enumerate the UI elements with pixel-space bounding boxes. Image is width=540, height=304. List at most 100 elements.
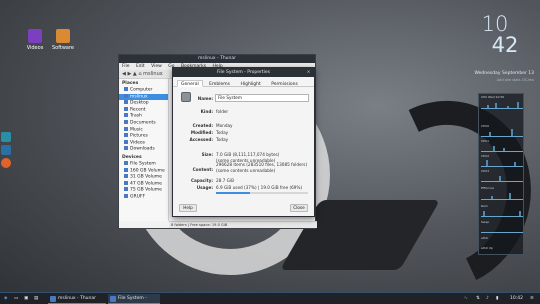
- sidebar-item-label: mslinux: [130, 94, 148, 100]
- menu-edit[interactable]: Edit: [136, 64, 145, 69]
- sidebar-item-videos[interactable]: Videos: [119, 139, 168, 147]
- properties-dialog: File System - Properties × General Emble…: [172, 67, 315, 217]
- properties-icon: [110, 296, 116, 302]
- usage-bar-fill: [216, 192, 251, 194]
- drive-icon: [124, 174, 128, 179]
- desktop-clock: 10 42: [460, 14, 530, 56]
- network-icon[interactable]: ⇅: [476, 295, 480, 303]
- accessed-value: Today: [216, 137, 229, 142]
- monitor-graph: [481, 100, 523, 109]
- date-weekday: Wednesday: [474, 71, 501, 76]
- trash-icon: [124, 113, 128, 118]
- size-value: 7.0 GiB (8,111,117,074 bytes): [216, 152, 280, 157]
- sidebar-item-volume[interactable]: 160 GB Volume: [119, 167, 168, 175]
- thunar-title: mslinux - Thunar: [198, 56, 236, 61]
- content-value: 296628 items (283510 files, 13085 folder…: [216, 162, 308, 167]
- menu-file[interactable]: File: [122, 64, 130, 69]
- battery-icon[interactable]: ▮: [496, 295, 498, 303]
- sidebar-item-recent[interactable]: Recent: [119, 106, 168, 114]
- content-note: (some contents unreadable): [216, 168, 276, 173]
- sidebar-item-label: GRUFF: [130, 194, 146, 200]
- sidebar-item-trash[interactable]: Trash: [119, 113, 168, 120]
- drive-icon: [124, 193, 128, 198]
- drive-icon: [124, 167, 128, 172]
- forward-arrow-icon[interactable]: ▶: [127, 71, 131, 77]
- close-icon[interactable]: ×: [306, 70, 311, 75]
- timezone-line: Add site stats LTC/ms: [496, 78, 534, 82]
- capacity-value: 28.7 GiB: [216, 178, 234, 183]
- size-label: Size:: [201, 152, 213, 157]
- tab-emblems[interactable]: Emblems: [205, 80, 234, 87]
- firefox-icon[interactable]: [1, 158, 11, 168]
- name-label: Name:: [197, 96, 213, 101]
- drive-icon: [124, 180, 128, 185]
- files-icon[interactable]: ▤: [34, 295, 38, 303]
- terminal-icon[interactable]: ▣: [24, 295, 28, 303]
- desktop: Videos Software 10 42 Wednesday Septembe…: [0, 0, 540, 304]
- app-icon-1[interactable]: [1, 132, 11, 142]
- sidebar-item-volume[interactable]: 47 GB Volume: [119, 180, 168, 188]
- sidebar-item-pictures[interactable]: Pictures: [119, 133, 168, 140]
- tab-permissions[interactable]: Permissions: [267, 80, 302, 87]
- tab-highlight[interactable]: Highlight: [236, 80, 264, 87]
- location-button[interactable]: mslinux: [143, 71, 163, 77]
- tray-menu-icon[interactable]: ≡: [530, 295, 534, 303]
- monitor-graph: [481, 158, 523, 167]
- downloads-folder-icon: [124, 146, 128, 151]
- activity-icon[interactable]: ∿: [464, 295, 468, 303]
- desktop-date: Wednesday September 13: [462, 71, 534, 76]
- app-menu-icon[interactable]: ◆: [4, 295, 7, 303]
- task-properties[interactable]: File System - Prope...: [108, 294, 160, 304]
- sidebar-item-label: 75 GB Volume: [130, 187, 162, 193]
- taskbar-clock[interactable]: 10:42: [510, 295, 523, 303]
- sidebar-header-devices: Devices: [122, 154, 142, 160]
- sidebar-item-volume[interactable]: GRUFF: [119, 193, 168, 201]
- monitor-graph: [481, 128, 523, 137]
- volume-icon[interactable]: ♪: [486, 295, 489, 303]
- up-arrow-icon[interactable]: ▲: [133, 71, 137, 77]
- drive-icon: [124, 160, 128, 165]
- home-icon[interactable]: ⌂: [138, 71, 141, 77]
- sidebar-item-filesystem[interactable]: File System: [119, 160, 168, 168]
- sidebar-item-label: Trash: [130, 113, 142, 119]
- desktop-icon-software[interactable]: Software: [43, 29, 83, 51]
- task-thunar[interactable]: mslinux - Thunar: [48, 294, 106, 304]
- sidebar-item-volume[interactable]: 31 GB Volume: [119, 174, 168, 181]
- menu-view[interactable]: View: [151, 64, 162, 69]
- properties-titlebar[interactable]: File System - Properties ×: [173, 68, 314, 77]
- monitor-graph: [481, 143, 523, 152]
- sidebar-item-label: File System: [130, 161, 156, 167]
- tab-general[interactable]: General: [177, 80, 203, 87]
- sidebar-item-label: Downloads: [130, 146, 155, 152]
- videos-folder-icon: [28, 29, 42, 43]
- documents-folder-icon: [124, 119, 128, 124]
- show-desktop-icon[interactable]: ▭: [14, 295, 18, 303]
- sidebar-item-downloads[interactable]: Downloads: [119, 146, 168, 153]
- monitor-graph: [481, 191, 523, 200]
- help-button[interactable]: Help: [179, 204, 197, 212]
- thunar-icon: [50, 296, 56, 302]
- desktop-icon-label: Software: [51, 45, 75, 51]
- app-icon-2[interactable]: [1, 145, 11, 155]
- system-monitor-widget: CPU Wed 10:56 CPU0 CPU1 CPU2 CPU3 Fifthc…: [478, 93, 524, 255]
- sidebar-item-label: Documents: [130, 120, 156, 126]
- content-label: Content:: [192, 167, 213, 172]
- monitor-label: eth0: [481, 236, 488, 240]
- monitor-header: CPU Wed 10:56: [481, 95, 505, 99]
- thunar-sidebar: Places Computer mslinux Desktop Recent T…: [119, 79, 169, 221]
- pictures-folder-icon: [124, 133, 128, 138]
- back-arrow-icon[interactable]: ◀: [122, 71, 126, 77]
- close-button[interactable]: Close: [290, 204, 308, 212]
- sidebar-item-desktop[interactable]: Desktop: [119, 100, 168, 107]
- sidebar-item-music[interactable]: Music: [119, 126, 168, 134]
- thunar-statusbar: 8 folders | Free space: 19.0 GiB: [169, 221, 317, 228]
- sidebar-item-documents[interactable]: Documents: [119, 119, 168, 127]
- sidebar-item-label: Music: [130, 127, 143, 133]
- thunar-titlebar[interactable]: mslinux - Thunar: [119, 55, 315, 63]
- sidebar-item-computer[interactable]: Computer: [119, 87, 168, 94]
- monitor-graph: [481, 224, 523, 233]
- sidebar-item-home[interactable]: mslinux: [119, 93, 168, 101]
- sidebar-item-volume[interactable]: 75 GB Volume: [119, 187, 168, 194]
- sidebar-item-label: Desktop: [130, 100, 149, 106]
- name-input[interactable]: File System: [215, 94, 309, 102]
